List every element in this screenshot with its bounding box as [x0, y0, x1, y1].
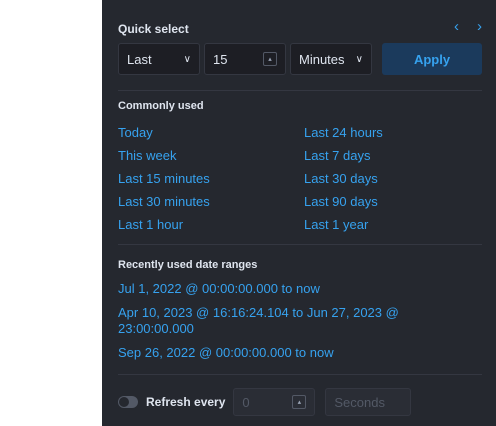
- refresh-unit-placeholder: Seconds: [334, 394, 385, 410]
- chevron-down-icon: ∨: [355, 53, 363, 65]
- stepper-icon[interactable]: ▴: [292, 395, 307, 409]
- common-range-link[interactable]: Last 7 days: [304, 144, 490, 167]
- chevron-right-icon[interactable]: ›: [477, 18, 482, 36]
- divider: [118, 244, 482, 245]
- common-range-link[interactable]: Last 30 days: [304, 167, 490, 190]
- apply-button[interactable]: Apply: [382, 43, 482, 75]
- chevron-down-icon: ∨: [183, 53, 191, 65]
- quick-select-controls: Last ∨ 15 ▴ Minutes ∨: [118, 43, 372, 75]
- common-range-link[interactable]: Last 90 days: [304, 190, 490, 213]
- refresh-row: Refresh every 0 ▴ Seconds: [118, 388, 412, 416]
- stepper-icon[interactable]: ▴: [263, 52, 277, 66]
- unit-select[interactable]: Minutes ∨: [290, 43, 372, 75]
- date-picker-popover: Quick select ‹ › Last ∨ 15 ▴ Minutes ∨ A…: [102, 0, 496, 426]
- refresh-interval-value: 0: [242, 394, 250, 410]
- commonly-used-title: Commonly used: [118, 100, 204, 112]
- common-range-link[interactable]: Last 30 minutes: [118, 190, 304, 213]
- direction-select-value: Last: [127, 51, 152, 67]
- common-range-link[interactable]: Last 1 year: [304, 213, 490, 236]
- divider: [118, 374, 482, 375]
- quick-select-nav: ‹ ›: [454, 18, 482, 36]
- common-range-link[interactable]: Last 1 hour: [118, 213, 304, 236]
- amount-input[interactable]: 15 ▴: [204, 43, 286, 75]
- direction-select[interactable]: Last ∨: [118, 43, 200, 75]
- refresh-interval-input[interactable]: 0 ▴: [233, 388, 316, 416]
- recently-used-list: Jul 1, 2022 @ 00:00:00.000 to now Apr 10…: [118, 281, 448, 369]
- amount-input-value: 15: [213, 51, 228, 67]
- unit-select-value: Minutes: [299, 51, 345, 67]
- refresh-unit-select[interactable]: Seconds: [325, 388, 412, 416]
- commonly-used-list: Today Last 24 hours This week Last 7 day…: [118, 121, 488, 236]
- common-range-link[interactable]: Last 15 minutes: [118, 167, 304, 190]
- recent-range-link[interactable]: Jul 1, 2022 @ 00:00:00.000 to now: [118, 281, 448, 297]
- recent-range-link[interactable]: Apr 10, 2023 @ 16:16:24.104 to Jun 27, 2…: [118, 305, 448, 337]
- recently-used-title: Recently used date ranges: [118, 259, 258, 271]
- common-range-link[interactable]: Today: [118, 121, 304, 144]
- refresh-toggle[interactable]: [118, 396, 138, 408]
- divider: [118, 90, 482, 91]
- common-range-link[interactable]: Last 24 hours: [304, 121, 490, 144]
- common-range-link[interactable]: This week: [118, 144, 304, 167]
- quick-select-title: Quick select: [118, 22, 189, 36]
- refresh-label: Refresh every: [146, 395, 226, 409]
- recent-range-link[interactable]: Sep 26, 2022 @ 00:00:00.000 to now: [118, 345, 448, 361]
- chevron-left-icon[interactable]: ‹: [454, 18, 459, 36]
